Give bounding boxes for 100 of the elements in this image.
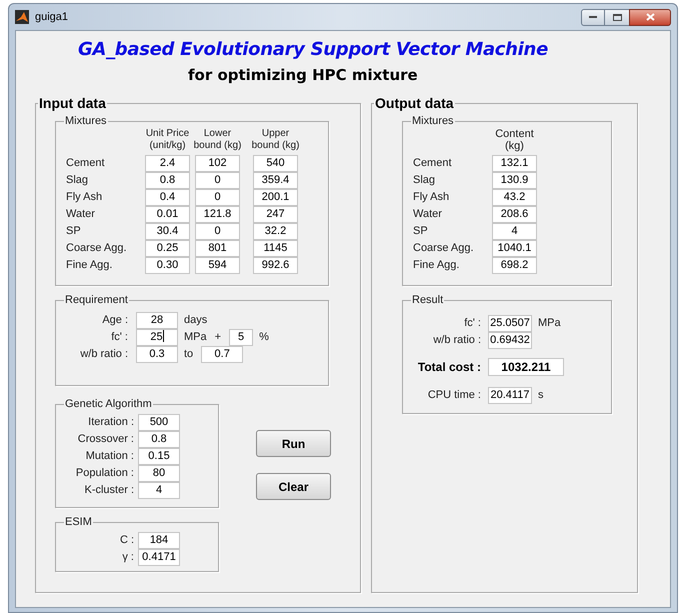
input-field[interactable]: 32.2 [253,223,298,240]
group-title: Output data [374,95,455,111]
field-label: fc' : [463,316,482,332]
field-label: γ : [121,550,135,566]
row-label: Slag [66,173,90,188]
group-title: ESIM [64,516,93,529]
input-field[interactable]: 0 [195,172,240,189]
group-title: Genetic Algorithm [64,398,153,411]
input-field[interactable]: 0.8 [138,431,180,448]
input-field[interactable]: 184 [138,532,180,549]
input-field[interactable]: 0.7 [201,346,244,363]
group-title: Mixtures [64,115,108,128]
column-header: (kg) [505,140,524,152]
output-field: 0.69432 [488,332,532,349]
output-field: 4 [492,223,537,240]
column-header: Content [495,128,534,140]
row-label: Slag [413,173,436,188]
input-field[interactable]: 80 [138,465,180,482]
field-label: Age : [101,313,129,328]
row-label: Water [413,207,443,222]
output-field: 25.0507 [488,315,532,332]
field-label: w/b ratio : [432,333,482,348]
window-title: guiga1 [35,10,68,25]
maximize-button[interactable] [605,8,629,26]
row-label: Fly Ash [413,190,450,205]
input-field[interactable]: 540 [253,155,298,172]
field-label: Iteration : [87,415,135,430]
input-field[interactable]: 0.15 [138,448,180,465]
input-field[interactable]: 801 [195,240,240,257]
column-header: (unit/kg) [149,140,186,152]
input-field[interactable]: 992.6 [253,257,298,274]
input-field[interactable]: 28 [136,312,178,329]
output-field: 132.1 [492,155,537,172]
group-title: Requirement [64,294,129,307]
input-field[interactable]: 102 [195,155,240,172]
unit-label: % [259,330,269,346]
field-label: Mutation : [84,449,135,464]
field-label: fc' : [110,330,129,346]
row-label: Water [66,207,96,222]
input-field[interactable]: 2.4 [145,155,190,172]
input-field[interactable]: 0.30 [145,257,190,274]
input-field[interactable]: 500 [138,414,180,431]
column-header: Upper [262,128,290,140]
input-field[interactable]: 30.4 [145,223,190,240]
unit-label: + [214,330,222,346]
output-field: 1040.1 [492,240,537,257]
unit-label: days [184,313,208,328]
input-field[interactable]: 25 [136,329,178,346]
row-label: Fly Ash [66,190,104,205]
column-header: bound (kg) [252,140,300,152]
input-field[interactable]: 359.4 [253,172,298,189]
field-label: Population : [74,466,135,482]
input-field[interactable]: 4 [138,482,180,499]
app-subtitle: for optimizing HPC mixture [188,65,419,85]
input-field[interactable]: 0.8 [145,172,190,189]
unit-label: to [184,347,194,362]
input-field[interactable]: 5 [229,329,254,346]
row-label: Cement [413,156,453,171]
input-field[interactable]: 0.25 [145,240,190,257]
app-title: GA_based Evolutionary Support Vector Machine [78,39,549,61]
close-icon [646,13,654,21]
input-field[interactable]: 1145 [253,240,298,257]
total-field: 1032.211 [488,358,564,376]
row-label: SP [413,224,429,239]
row-label: Coarse Agg. [66,241,128,256]
column-header: Unit Price [146,128,190,140]
group-title: Result [411,294,444,307]
input-field[interactable]: 0.01 [145,206,190,223]
input-field[interactable]: 0.4 [145,189,190,206]
group-title: Input data [38,95,107,111]
input-field[interactable]: 594 [195,257,240,274]
row-label: Cement [66,156,106,171]
close-button[interactable] [629,8,671,26]
row-label: Coarse Agg. [413,241,475,256]
column-header: bound (kg) [194,140,242,152]
field-label: K-cluster : [83,483,135,498]
input-field[interactable]: 0.4171 [138,549,180,566]
output-field: 130.9 [492,172,537,189]
field-label: Crossover : [76,432,135,448]
input-field[interactable]: 121.8 [195,206,240,223]
row-label: SP [66,224,82,239]
row-label: Fine Agg. [413,258,460,273]
group-title: Mixtures [411,115,455,128]
output-field: 20.4117 [488,387,532,404]
field-label: w/b ratio : [79,347,129,362]
output-field: 208.6 [492,206,537,223]
action-button[interactable]: Clear [256,473,331,500]
total-label: Total cost : [416,359,482,376]
input-field[interactable]: 0 [195,189,240,206]
row-label: Fine Agg. [66,258,114,273]
input-field[interactable]: 247 [253,206,298,223]
unit-label: MPa [538,316,561,332]
action-button[interactable]: Run [256,430,331,457]
input-field[interactable]: 0.3 [136,346,178,363]
minimize-button[interactable] [581,8,605,26]
input-field[interactable]: 0 [195,223,240,240]
output-field: 698.2 [492,257,537,274]
app-icon [15,10,29,24]
input-field[interactable]: 200.1 [253,189,298,206]
output-field: 43.2 [492,189,537,206]
